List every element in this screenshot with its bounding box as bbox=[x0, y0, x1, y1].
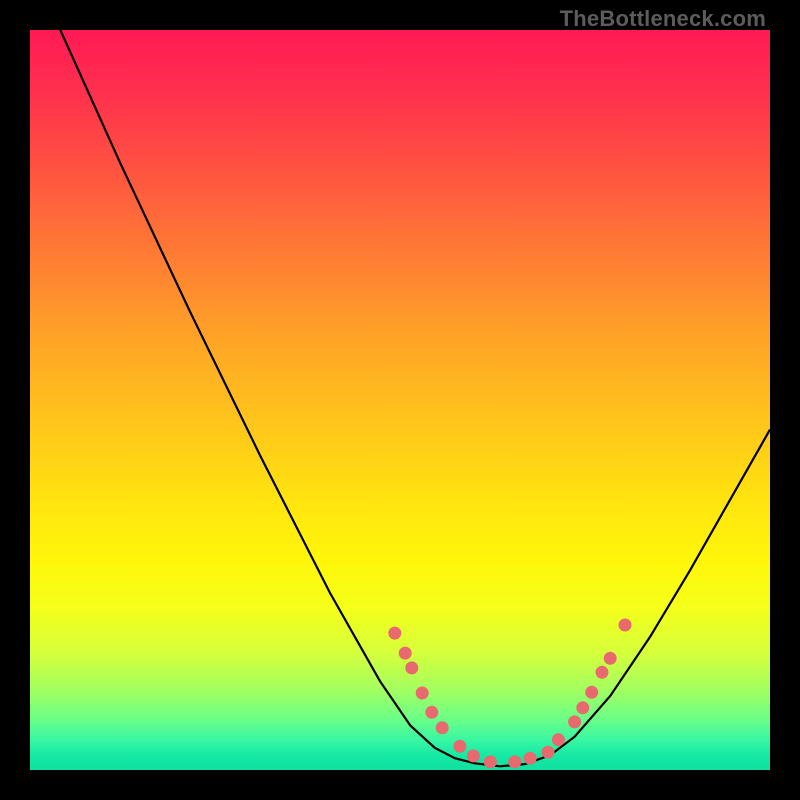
chart-frame bbox=[30, 30, 770, 770]
curve-dot bbox=[568, 715, 581, 728]
curve-dot bbox=[399, 647, 412, 660]
curve-dot bbox=[467, 749, 480, 762]
watermark-text: TheBottleneck.com bbox=[560, 6, 766, 32]
curve-dot bbox=[425, 706, 438, 719]
curve-dot bbox=[542, 746, 555, 759]
curve-dot bbox=[604, 652, 617, 665]
curve-dot bbox=[596, 666, 609, 679]
chart-svg-layer bbox=[30, 30, 770, 770]
curve-dot bbox=[576, 701, 589, 714]
curve-dots-group bbox=[388, 619, 631, 769]
curve-dot bbox=[552, 733, 565, 746]
curve-dot bbox=[388, 627, 401, 640]
curve-dot bbox=[619, 619, 632, 632]
curve-dot bbox=[416, 687, 429, 700]
curve-dot bbox=[405, 661, 418, 674]
curve-dot bbox=[585, 686, 598, 699]
curve-dot bbox=[453, 740, 466, 753]
bottleneck-curve bbox=[60, 30, 770, 766]
curve-dot bbox=[484, 755, 497, 768]
curve-dot bbox=[436, 721, 449, 734]
curve-dot bbox=[524, 752, 537, 765]
curve-dot bbox=[508, 755, 521, 768]
